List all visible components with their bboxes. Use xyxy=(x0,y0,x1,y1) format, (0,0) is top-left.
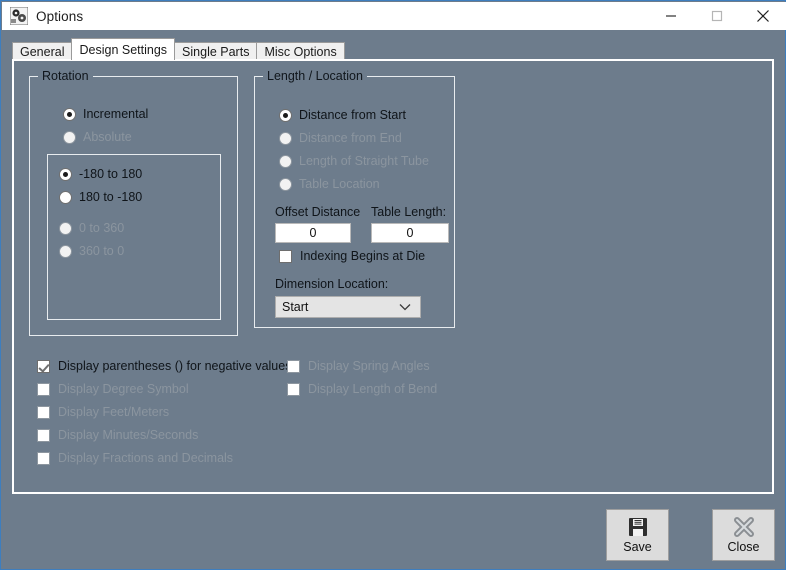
x-mark-icon xyxy=(732,516,756,538)
checkbox-label: Display Spring Angles xyxy=(308,359,430,373)
checkbox-display-length-of-bend: Display Length of Bend xyxy=(287,382,437,396)
checkbox-box-icon xyxy=(287,382,300,396)
rotation-range-panel: -180 to 180 180 to -180 0 to 360 360 to … xyxy=(47,154,221,320)
checkbox-label: Display parentheses () for negative valu… xyxy=(58,359,292,373)
rotation-group-label: Rotation xyxy=(38,69,93,83)
checkbox-label: Display Degree Symbol xyxy=(58,382,189,396)
close-button[interactable]: Close xyxy=(712,509,775,561)
checkbox-label: Display Minutes/Seconds xyxy=(58,428,199,442)
radio-label: 180 to -180 xyxy=(79,190,143,204)
radio-dot-icon xyxy=(63,130,76,144)
radio-table-location: Table Location xyxy=(279,177,380,191)
radio-length-of-straight-tube: Length of Straight Tube xyxy=(279,154,429,168)
radio-distance-from-end: Distance from End xyxy=(279,131,402,145)
window-title: Options xyxy=(36,8,84,24)
close-button-label: Close xyxy=(727,540,760,554)
checkbox-label: Display Length of Bend xyxy=(308,382,438,396)
checkbox-box-icon xyxy=(287,359,300,373)
dimension-location-label: Dimension Location: xyxy=(275,277,389,291)
checkbox-indexing-begins-at-die[interactable]: Indexing Begins at Die xyxy=(279,249,425,263)
minimize-icon[interactable] xyxy=(648,2,694,30)
title-bar: Options xyxy=(2,2,786,30)
radio-label: 0 to 360 xyxy=(79,221,125,235)
tab-misc-options[interactable]: Misc Options xyxy=(256,42,345,60)
radio-dot-icon xyxy=(279,154,292,168)
radio-0-to-360: 0 to 360 xyxy=(59,221,124,235)
radio-dot-icon xyxy=(279,131,292,145)
radio-dot-icon xyxy=(59,167,72,181)
checkbox-display-degree-symbol: Display Degree Symbol xyxy=(37,382,189,396)
checkbox-box-icon xyxy=(37,428,50,442)
radio-distance-from-start[interactable]: Distance from Start xyxy=(279,108,406,122)
app-gears-icon xyxy=(9,6,29,26)
radio-label: Distance from End xyxy=(299,131,402,145)
rotation-group: Rotation Incremental Absolute -180 to 18… xyxy=(29,69,238,336)
radio-dot-icon xyxy=(279,177,292,191)
radio-dot-icon xyxy=(59,221,72,235)
radio-incremental[interactable]: Incremental xyxy=(63,107,148,121)
offset-distance-label: Offset Distance xyxy=(275,205,361,219)
radio-label: Table Location xyxy=(299,177,380,191)
chevron-down-icon xyxy=(399,303,411,311)
tab-strip: General Design Settings Single Parts Mis… xyxy=(12,38,345,60)
close-icon[interactable] xyxy=(740,2,786,30)
checkbox-label: Display Feet/Meters xyxy=(58,405,170,419)
checkbox-label: Indexing Begins at Die xyxy=(300,249,426,263)
checkbox-display-minutes-seconds: Display Minutes/Seconds xyxy=(37,428,198,442)
radio-neg180-to-180[interactable]: -180 to 180 xyxy=(59,167,142,181)
dimension-location-value: Start xyxy=(282,300,309,314)
offset-distance-input[interactable]: 0 xyxy=(275,223,351,243)
radio-360-to-0: 360 to 0 xyxy=(59,244,124,258)
radio-label: Distance from Start xyxy=(299,108,406,122)
tab-design-settings[interactable]: Design Settings xyxy=(71,38,176,60)
tab-general[interactable]: General xyxy=(12,42,73,60)
radio-dot-icon xyxy=(59,190,72,204)
radio-180-to-neg180[interactable]: 180 to -180 xyxy=(59,190,142,204)
checkbox-box-icon xyxy=(37,405,50,419)
window-controls xyxy=(648,2,786,30)
radio-dot-icon xyxy=(59,244,72,258)
maximize-icon[interactable] xyxy=(694,2,740,30)
checkbox-display-parentheses[interactable]: Display parentheses () for negative valu… xyxy=(37,359,291,373)
table-length-label: Table Length: xyxy=(371,205,447,219)
checkbox-box-icon xyxy=(37,359,50,373)
save-button-label: Save xyxy=(623,540,652,554)
checkbox-box-icon xyxy=(37,451,50,465)
length-location-group: Length / Location Distance from Start Di… xyxy=(254,69,455,328)
radio-label: 360 to 0 xyxy=(79,244,125,258)
radio-absolute: Absolute xyxy=(63,130,132,144)
radio-label: Incremental xyxy=(83,107,149,121)
tab-single-parts[interactable]: Single Parts xyxy=(174,42,258,60)
options-window: Options General Design Settings Single P… xyxy=(0,0,786,570)
checkbox-display-fractions-decimals: Display Fractions and Decimals xyxy=(37,451,233,465)
checkbox-label: Display Fractions and Decimals xyxy=(58,451,234,465)
design-settings-panel: Rotation Incremental Absolute -180 to 18… xyxy=(12,59,774,494)
radio-label: Absolute xyxy=(83,130,132,144)
save-button[interactable]: Save xyxy=(606,509,669,561)
floppy-disk-icon xyxy=(627,516,649,538)
dimension-location-select[interactable]: Start xyxy=(275,296,421,318)
checkbox-display-spring-angles: Display Spring Angles xyxy=(287,359,430,373)
radio-dot-icon xyxy=(63,107,76,121)
checkbox-box-icon xyxy=(279,249,292,263)
radio-label: -180 to 180 xyxy=(79,167,143,181)
radio-label: Length of Straight Tube xyxy=(299,154,429,168)
length-location-group-label: Length / Location xyxy=(263,69,367,83)
table-length-input[interactable]: 0 xyxy=(371,223,449,243)
radio-dot-icon xyxy=(279,108,292,122)
checkbox-box-icon xyxy=(37,382,50,396)
checkbox-display-feet-meters: Display Feet/Meters xyxy=(37,405,169,419)
